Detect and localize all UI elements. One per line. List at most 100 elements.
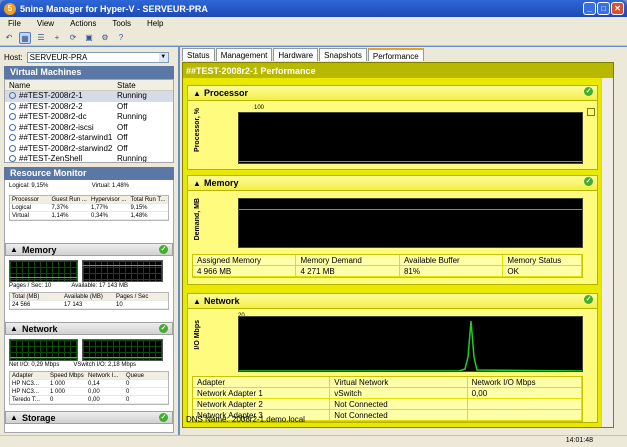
vm-state: Running bbox=[117, 154, 147, 163]
memory-cell: 81% bbox=[400, 266, 504, 276]
add-icon[interactable]: + bbox=[51, 32, 63, 44]
vm-icon[interactable]: ▣ bbox=[83, 32, 95, 44]
processor-ylabel: Processor, % bbox=[194, 108, 201, 152]
network-cell: vSwitch bbox=[330, 388, 468, 398]
processor-graph bbox=[238, 112, 583, 164]
window-title: 5nine Manager for Hyper-V - SERVEUR-PRA bbox=[20, 3, 208, 14]
status-time: 14:01:48 bbox=[565, 437, 593, 444]
cpu-col: Guest Run ... bbox=[51, 197, 87, 203]
vm-icon bbox=[9, 155, 16, 162]
vm-row[interactable]: ##TEST-2008r2-starwind1 Off bbox=[5, 133, 173, 144]
collapse-icon[interactable]: ▲ bbox=[193, 294, 201, 309]
collapse-icon[interactable]: ▲ bbox=[10, 323, 18, 335]
vm-icon bbox=[9, 134, 16, 142]
network-cell bbox=[468, 410, 583, 420]
cpu-virtual-label: Virtual: 1,48% bbox=[91, 183, 129, 189]
help-icon[interactable]: ? bbox=[115, 32, 127, 44]
vm-icon bbox=[9, 113, 16, 121]
list-view-icon[interactable]: ☰ bbox=[35, 32, 47, 44]
chevron-down-icon[interactable]: ▼ bbox=[158, 53, 168, 62]
vm-state: Off bbox=[117, 122, 128, 132]
vm-row[interactable]: ##TEST-2008r2-dc Running bbox=[5, 112, 173, 123]
performance-scrollbar[interactable] bbox=[601, 78, 613, 427]
tab-hardware[interactable]: Hardware bbox=[273, 48, 319, 61]
vm-row[interactable]: ##TEST-2008r2-iscsi Off bbox=[5, 123, 173, 134]
memory-pages-graph bbox=[9, 260, 78, 282]
memory-col: Pages / Sec bbox=[116, 294, 149, 300]
memory-section-header[interactable]: ▲ Memory ✓ bbox=[5, 243, 173, 256]
vm-row[interactable]: ##TEST-2008r2-1 Running bbox=[5, 91, 173, 102]
grid-view-icon[interactable]: ▦ bbox=[19, 31, 31, 44]
tab-snapshots[interactable]: Snapshots bbox=[319, 48, 367, 61]
network-cell: HP NC3... bbox=[12, 381, 39, 387]
vm-row[interactable]: ##TEST-ZenShell Running bbox=[5, 154, 173, 163]
tools-icon[interactable]: ⚙ bbox=[99, 32, 111, 44]
memory-section: ▲ Memory ✓ Demand, MB Assigned Memory Memor… bbox=[187, 175, 598, 285]
network-ylabel: I/O Mbps bbox=[194, 320, 201, 350]
network-cell: 0,00 bbox=[88, 389, 100, 395]
close-button[interactable]: ✕ bbox=[611, 2, 624, 15]
column-state[interactable]: State bbox=[113, 80, 173, 90]
network-col: Network I... bbox=[88, 373, 119, 379]
scroll-thumb[interactable] bbox=[587, 108, 595, 116]
network-table: Adapter Speed Mbps Network I... Queue HP NC… bbox=[9, 371, 169, 405]
menu-actions[interactable]: Actions bbox=[62, 19, 104, 28]
processor-section: ▲ Processor ✓ Processor, % 100 bbox=[187, 85, 598, 170]
network-col: Adapter bbox=[12, 373, 34, 379]
memory-graph bbox=[238, 198, 583, 248]
processor-header[interactable]: ▲ Processor ✓ bbox=[188, 86, 597, 101]
tab-management[interactable]: Management bbox=[215, 48, 273, 61]
memory-col: Available (MB) bbox=[64, 294, 103, 300]
vm-row[interactable]: ##TEST-2008r2-2 Off bbox=[5, 102, 173, 113]
menu-tools[interactable]: Tools bbox=[104, 19, 139, 28]
storage-section-title: Storage bbox=[22, 413, 56, 423]
tab-performance[interactable]: Performance bbox=[367, 48, 424, 61]
menu-view[interactable]: View bbox=[29, 19, 62, 28]
maximize-button[interactable]: □ bbox=[597, 2, 610, 15]
column-name[interactable]: Name bbox=[5, 80, 113, 90]
refresh-icon[interactable]: ⟳ bbox=[67, 32, 79, 44]
vm-state: Running bbox=[117, 91, 147, 100]
network-cell: Not Connected bbox=[330, 410, 468, 420]
collapse-icon[interactable]: ▲ bbox=[193, 176, 201, 191]
ok-check-icon: ✓ bbox=[159, 324, 168, 333]
menu-help[interactable]: Help bbox=[139, 19, 171, 28]
tab-status[interactable]: Status bbox=[182, 48, 215, 61]
net-io-label: Net I/O: 0,29 Mbps bbox=[9, 362, 60, 368]
memory-cell: 10 bbox=[116, 302, 123, 308]
network-cell: Teredo T... bbox=[12, 397, 40, 403]
network-col: Network I/O Mbps bbox=[468, 377, 583, 387]
network-cell: 1 000 bbox=[50, 381, 66, 387]
storage-section-header[interactable]: ▲ Storage ✓ bbox=[5, 411, 173, 424]
network-cell: HP NC3... bbox=[12, 389, 39, 395]
vm-state: Running bbox=[117, 112, 147, 121]
vm-row[interactable]: ##TEST-2008r2-starwind2 Off bbox=[5, 144, 173, 155]
memory-cell: 17 143 bbox=[64, 302, 83, 308]
tab-bar: Status Management Hardware Snapshots Per… bbox=[182, 48, 425, 61]
network-cell: 0 bbox=[126, 397, 130, 403]
memory-header[interactable]: ▲ Memory ✓ bbox=[188, 176, 597, 191]
undo-icon[interactable]: ↶ bbox=[3, 32, 15, 44]
collapse-icon[interactable]: ▲ bbox=[10, 412, 18, 424]
cpu-table: Processor Guest Run ... Hypervisor ... Tota… bbox=[9, 195, 169, 221]
collapse-icon[interactable]: ▲ bbox=[10, 244, 18, 256]
network-cell: Network Adapter 2 bbox=[193, 399, 331, 409]
dns-row: DNS Name: 2008r2-1.demo.local bbox=[186, 415, 305, 424]
minimize-button[interactable]: _ bbox=[583, 2, 596, 15]
host-value: SERVEUR-PRA bbox=[29, 53, 88, 62]
memory-section-title: Memory bbox=[22, 245, 57, 255]
network-section-header[interactable]: ▲ Network ✓ bbox=[5, 322, 173, 335]
collapse-icon[interactable]: ▲ bbox=[193, 86, 201, 101]
cpu-col: Total Run T... bbox=[130, 197, 166, 203]
memory-col: Total (MB) bbox=[12, 294, 40, 300]
network-section-title: Network bbox=[22, 324, 58, 334]
host-label: Host: bbox=[4, 53, 23, 62]
network-header[interactable]: ▲ Network ✓ bbox=[188, 294, 597, 309]
performance-panel: ▲ Processor ✓ Processor, % 100 ▲ Memory ✓ De… bbox=[182, 62, 614, 428]
cpu-cell: Virtual bbox=[12, 213, 29, 219]
menu-file[interactable]: File bbox=[0, 19, 29, 28]
vswitch-io-label: VSwitch I/O: 2,18 Mbps bbox=[73, 362, 137, 368]
host-select[interactable]: SERVEUR-PRA ▼ bbox=[26, 52, 169, 63]
vm-state: Off bbox=[117, 101, 128, 111]
network-col: Speed Mbps bbox=[50, 373, 84, 379]
